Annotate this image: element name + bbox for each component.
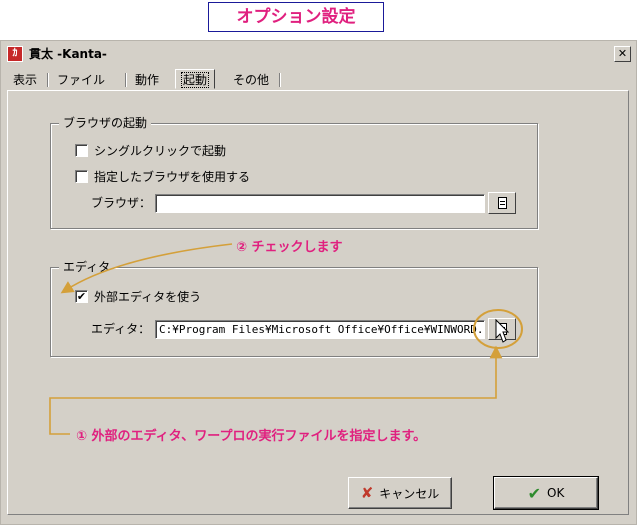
use-external-editor-checkbox[interactable]: ✔ [75, 290, 88, 303]
single-click-label: シングルクリックで起動 [94, 144, 227, 158]
tab-other[interactable]: その他 [227, 71, 275, 89]
tab-separator [279, 73, 281, 87]
cancel-button[interactable]: ✘ キャンセル [348, 477, 452, 509]
browser-browse-button[interactable] [488, 192, 516, 214]
use-specified-browser-checkbox[interactable] [75, 170, 88, 183]
step1-annotation: ① 外部のエディタ、ワープロの実行ファイルを指定します。 [76, 429, 427, 444]
browser-path-input[interactable] [155, 194, 485, 213]
cancel-x-icon: ✘ [360, 484, 374, 502]
document-icon [498, 323, 507, 335]
tab-display[interactable]: 表示 [7, 71, 43, 89]
single-click-checkbox[interactable] [75, 144, 88, 157]
tab-separator [125, 73, 127, 87]
step2-annotation: ② チェックします [236, 240, 343, 255]
document-icon [498, 197, 507, 209]
title-bar[interactable]: ｶ 貫太 -Kanta- ✕ [3, 43, 634, 65]
app-icon: ｶ [7, 46, 23, 62]
close-button[interactable]: ✕ [614, 46, 631, 62]
tab-behavior[interactable]: 動作 [129, 71, 165, 89]
tab-startup-label: 起動 [180, 72, 210, 88]
tab-file[interactable]: ファイル [51, 71, 111, 89]
cancel-button-label: キャンセル [379, 486, 440, 501]
ok-button-label: OK [547, 486, 565, 500]
browser-launch-group: ブラウザの起動 シングルクリックで起動 指定したブラウザを使用する ブラウザ： [50, 116, 538, 229]
ok-check-icon: ✔ [527, 483, 542, 503]
options-dialog: ｶ 貫太 -Kanta- ✕ 表示 ファイル 動作 起動 その他 ブラウザの起動… [0, 40, 637, 525]
editor-path-input[interactable]: C:¥Program Files¥Microsoft Office¥Office… [155, 320, 485, 339]
browser-launch-group-label: ブラウザの起動 [59, 116, 152, 130]
ok-button[interactable]: ✔ OK [493, 476, 599, 510]
use-external-editor-label: 外部エディタを使う [94, 290, 202, 304]
tab-separator [47, 73, 49, 87]
editor-browse-button[interactable] [488, 318, 516, 340]
page-title: オプション設定 [208, 2, 384, 32]
use-external-editor-option[interactable]: ✔ 外部エディタを使う [75, 288, 201, 305]
window-title: 貫太 -Kanta- [29, 47, 107, 61]
tab-startup[interactable]: 起動 [175, 69, 216, 89]
editor-group-label: エディタ [59, 260, 115, 274]
use-specified-browser-option[interactable]: 指定したブラウザを使用する [75, 168, 250, 185]
tab-bar: 表示 ファイル 動作 起動 その他 [7, 69, 630, 91]
use-specified-browser-label: 指定したブラウザを使用する [94, 170, 251, 184]
single-click-option[interactable]: シングルクリックで起動 [75, 142, 226, 159]
editor-field-label: エディタ： [91, 322, 151, 336]
browser-field-label: ブラウザ： [91, 196, 152, 210]
editor-group: エディタ ✔ 外部エディタを使う エディタ： C:¥Program Files¥… [50, 260, 538, 357]
tab-panel-startup: ブラウザの起動 シングルクリックで起動 指定したブラウザを使用する ブラウザ： … [7, 90, 629, 515]
